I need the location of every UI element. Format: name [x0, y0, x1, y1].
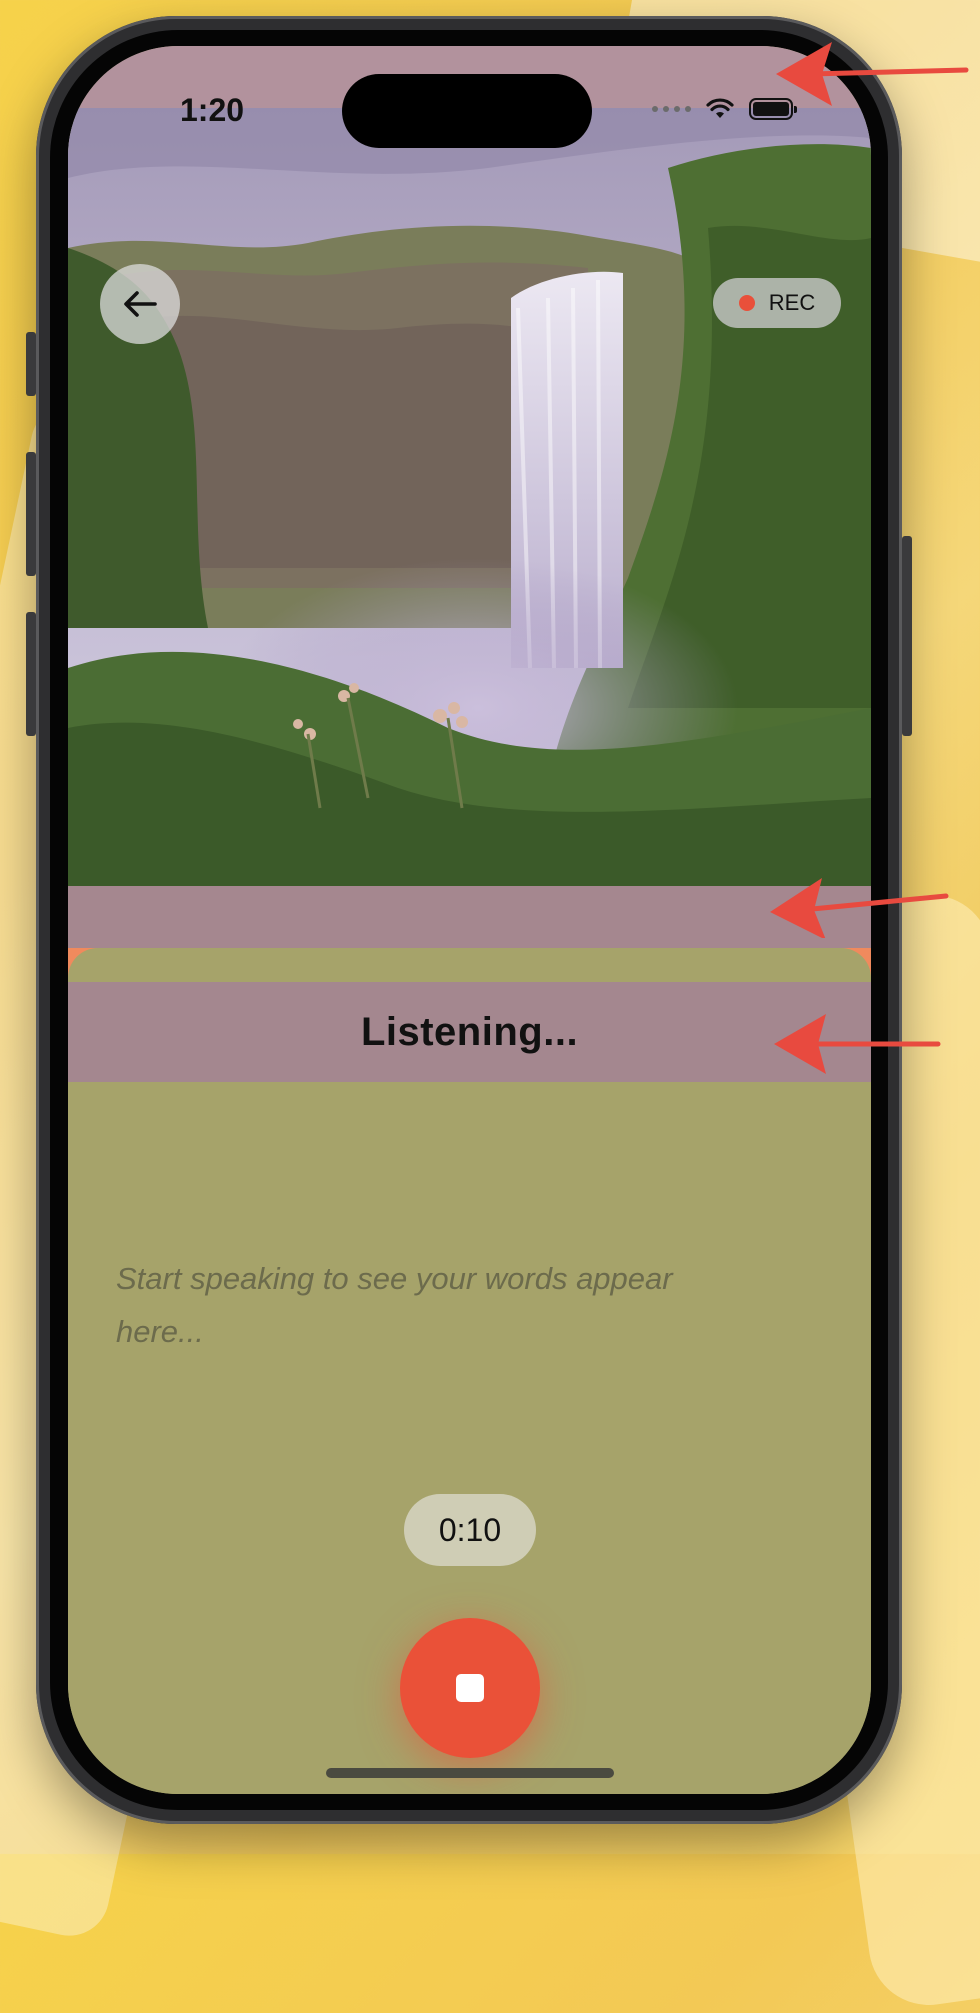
- arrow-left-icon: [124, 291, 157, 317]
- highlight-band: [68, 886, 871, 948]
- wifi-icon: [706, 98, 734, 118]
- transcript-placeholder: Start speaking to see your words appear …: [116, 1261, 673, 1349]
- waterfall-image: [68, 108, 871, 886]
- rec-dot-icon: [738, 295, 755, 311]
- action-button: [26, 332, 36, 396]
- dynamic-island: [342, 74, 592, 148]
- volume-down-button: [26, 612, 36, 736]
- annotation-arrow: [776, 42, 969, 106]
- hero-image: [68, 108, 871, 886]
- stop-recording-button[interactable]: [400, 1618, 540, 1758]
- home-indicator[interactable]: [326, 1768, 614, 1778]
- recording-timer: 0:10: [404, 1494, 536, 1566]
- status-time: 1:20: [180, 92, 245, 128]
- app-screen: 1:20 REC Listening... Start speaking to …: [68, 46, 871, 1794]
- rec-label: REC: [768, 290, 816, 315]
- annotation-arrow: [774, 1014, 941, 1074]
- rec-indicator: REC: [713, 278, 841, 328]
- cellular-dots-icon: [652, 106, 691, 112]
- back-button[interactable]: [100, 264, 180, 344]
- annotation-arrow: [770, 878, 949, 938]
- volume-up-button: [26, 452, 36, 576]
- listening-status: Listening...: [360, 1009, 579, 1054]
- stop-icon: [456, 1674, 484, 1702]
- status-header: Listening...: [68, 982, 871, 1082]
- power-button: [902, 536, 912, 736]
